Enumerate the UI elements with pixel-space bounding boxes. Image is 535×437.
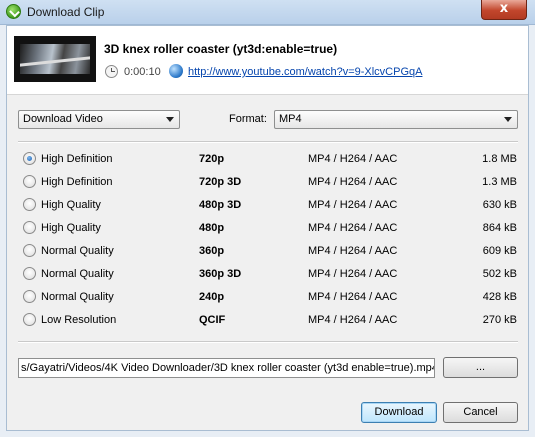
- codec-label: MP4 / H264 / AAC: [308, 291, 398, 303]
- cancel-button[interactable]: Cancel: [443, 402, 518, 423]
- codec-label: MP4 / H264 / AAC: [308, 176, 398, 188]
- codec-label: MP4 / H264 / AAC: [308, 153, 398, 165]
- file-size: 630 kB: [482, 199, 517, 211]
- save-path-input[interactable]: s/Gayatri/Videos/4K Video Downloader/3D …: [18, 358, 435, 378]
- file-size: 502 kB: [482, 268, 517, 280]
- clock-icon: [105, 65, 118, 78]
- divider: [18, 141, 518, 143]
- globe-icon: [169, 64, 183, 78]
- quality-option-row[interactable]: Low Resolution QCIF MP4 / H264 / AAC 270…: [7, 310, 528, 330]
- radio-button[interactable]: [23, 313, 36, 326]
- quality-label: High Definition: [41, 176, 113, 188]
- quality-option-row[interactable]: Normal Quality 360p MP4 / H264 / AAC 609…: [7, 241, 528, 261]
- quality-label: Low Resolution: [41, 314, 117, 326]
- download-mode-dropdown[interactable]: Download Video: [18, 110, 180, 129]
- divider: [18, 341, 518, 343]
- download-mode-value: Download Video: [23, 113, 103, 125]
- radio-button[interactable]: [23, 175, 36, 188]
- video-thumbnail: [14, 36, 96, 82]
- resolution-label: 360p: [199, 245, 225, 257]
- resolution-label: QCIF: [199, 314, 226, 326]
- radio-button[interactable]: [23, 267, 36, 280]
- resolution-label: 480p 3D: [199, 199, 242, 211]
- chevron-down-icon: [166, 117, 174, 122]
- quality-option-row[interactable]: High Quality 480p 3D MP4 / H264 / AAC 63…: [7, 195, 528, 215]
- radio-button[interactable]: [23, 244, 36, 257]
- app-logo-icon: [6, 4, 21, 19]
- format-dropdown[interactable]: MP4: [274, 110, 518, 129]
- file-size: 864 kB: [482, 222, 517, 234]
- quality-label: High Definition: [41, 153, 113, 165]
- download-button[interactable]: Download: [361, 402, 437, 423]
- codec-label: MP4 / H264 / AAC: [308, 314, 398, 326]
- codec-label: MP4 / H264 / AAC: [308, 245, 398, 257]
- file-size: 1.3 MB: [482, 176, 517, 188]
- quality-option-row[interactable]: Normal Quality 240p MP4 / H264 / AAC 428…: [7, 287, 528, 307]
- quality-label: Normal Quality: [41, 268, 114, 280]
- browse-button[interactable]: ...: [443, 357, 518, 378]
- clip-info-header: 3D knex roller coaster (yt3d:enable=true…: [7, 26, 528, 95]
- file-size: 428 kB: [482, 291, 517, 303]
- radio-button[interactable]: [23, 290, 36, 303]
- radio-button[interactable]: [23, 221, 36, 234]
- file-size: 609 kB: [482, 245, 517, 257]
- clip-url-link[interactable]: http://www.youtube.com/watch?v=9-XlcvCPG…: [188, 66, 422, 78]
- quality-label: High Quality: [41, 222, 101, 234]
- format-label: Format:: [229, 113, 267, 125]
- format-value: MP4: [279, 113, 302, 125]
- codec-label: MP4 / H264 / AAC: [308, 268, 398, 280]
- radio-button[interactable]: [23, 152, 36, 165]
- quality-option-row[interactable]: High Quality 480p MP4 / H264 / AAC 864 k…: [7, 218, 528, 238]
- codec-label: MP4 / H264 / AAC: [308, 222, 398, 234]
- quality-option-row[interactable]: Normal Quality 360p 3D MP4 / H264 / AAC …: [7, 264, 528, 284]
- resolution-label: 720p 3D: [199, 176, 242, 188]
- quality-option-row[interactable]: High Definition 720p 3D MP4 / H264 / AAC…: [7, 172, 528, 192]
- file-size: 1.8 MB: [482, 153, 517, 165]
- dialog-body: 3D knex roller coaster (yt3d:enable=true…: [6, 25, 529, 431]
- radio-button[interactable]: [23, 198, 36, 211]
- quality-label: Normal Quality: [41, 245, 114, 257]
- clip-duration: 0:00:10: [124, 66, 161, 78]
- quality-option-row[interactable]: High Definition 720p MP4 / H264 / AAC 1.…: [7, 149, 528, 169]
- resolution-label: 480p: [199, 222, 225, 234]
- resolution-label: 360p 3D: [199, 268, 242, 280]
- quality-label: High Quality: [41, 199, 101, 211]
- clip-title: 3D knex roller coaster (yt3d:enable=true…: [104, 42, 338, 56]
- quality-label: Normal Quality: [41, 291, 114, 303]
- chevron-down-icon: [504, 117, 512, 122]
- close-button[interactable]: x: [481, 0, 527, 20]
- resolution-label: 720p: [199, 153, 225, 165]
- resolution-label: 240p: [199, 291, 225, 303]
- file-size: 270 kB: [482, 314, 517, 326]
- title-bar: Download Clip x: [0, 0, 535, 25]
- window-title: Download Clip: [27, 5, 105, 19]
- codec-label: MP4 / H264 / AAC: [308, 199, 398, 211]
